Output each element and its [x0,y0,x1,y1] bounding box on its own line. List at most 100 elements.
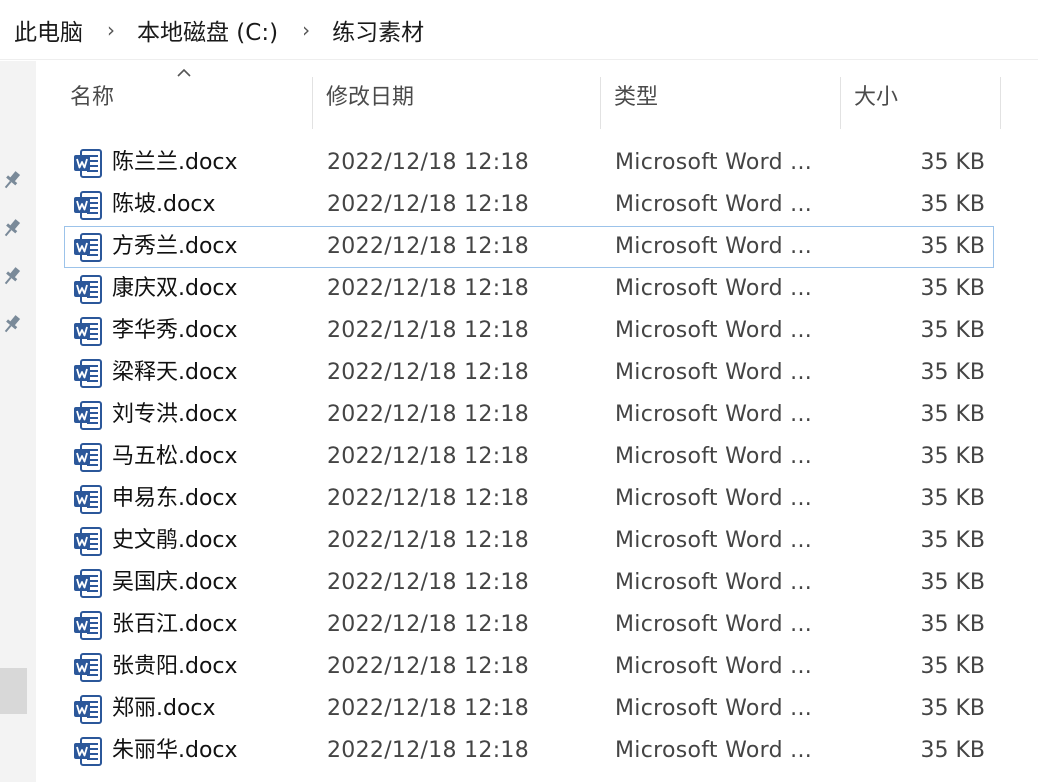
breadcrumb-current-folder[interactable]: 练习素材 [332,13,424,47]
column-header-type[interactable]: 类型 [614,61,840,129]
column-header-row: 名称 修改日期 类型 大小 [36,61,1038,129]
chevron-right-icon[interactable]: › [302,18,310,42]
file-type: Microsoft Word ... [615,276,813,301]
word-document-icon [72,736,104,768]
breadcrumb-local-disk[interactable]: 本地磁盘 (C:) [137,13,278,47]
word-document-icon [72,568,104,600]
pin-icon[interactable] [1,313,23,335]
word-document-icon [72,526,104,558]
file-size: 35 KB [920,486,985,511]
column-header-date[interactable]: 修改日期 [326,61,600,129]
word-document-icon [72,484,104,516]
file-name: 张百江.docx [112,612,238,637]
file-name: 张贵阳.docx [112,654,238,679]
file-name: 朱丽华.docx [112,738,238,763]
file-date-modified: 2022/12/18 12:18 [327,696,529,721]
file-row[interactable]: 康庆双.docx 2022/12/18 12:18 Microsoft Word .… [64,268,994,310]
chevron-right-icon[interactable]: › [107,18,115,42]
file-row[interactable]: 申易东.docx 2022/12/18 12:18 Microsoft Word .… [64,478,994,520]
file-size: 35 KB [920,276,985,301]
file-name: 申易东.docx [112,486,238,511]
file-type: Microsoft Word ... [615,654,813,679]
file-row[interactable]: 史文鹃.docx 2022/12/18 12:18 Microsoft Word .… [64,520,994,562]
pin-icon[interactable] [1,265,23,287]
pin-icon[interactable] [1,169,23,191]
file-row[interactable]: 张百江.docx 2022/12/18 12:18 Microsoft Word .… [64,604,994,646]
file-size: 35 KB [920,234,985,259]
file-type: Microsoft Word ... [615,738,813,763]
file-date-modified: 2022/12/18 12:18 [327,612,529,637]
file-name: 史文鹃.docx [112,528,238,553]
breadcrumb-this-pc[interactable]: 此电脑 [14,13,83,47]
file-date-modified: 2022/12/18 12:18 [327,738,529,763]
file-type: Microsoft Word ... [615,150,813,175]
file-date-modified: 2022/12/18 12:18 [327,234,529,259]
word-document-icon [72,610,104,642]
column-divider[interactable] [840,77,841,129]
word-document-icon [72,148,104,180]
file-row[interactable]: 梁释天.docx 2022/12/18 12:18 Microsoft Word .… [64,352,994,394]
file-row[interactable]: 陈坡.docx 2022/12/18 12:18 Microsoft Word ..… [64,184,994,226]
file-date-modified: 2022/12/18 12:18 [327,192,529,217]
file-row[interactable]: 陈兰兰.docx 2022/12/18 12:18 Microsoft Word .… [64,142,994,184]
word-document-icon [72,400,104,432]
file-size: 35 KB [920,444,985,469]
breadcrumb: 此电脑 › 本地磁盘 (C:) › 练习素材 [0,0,1038,60]
nav-pane-scrollbar-thumb[interactable] [0,668,27,714]
pin-icon[interactable] [1,217,23,239]
file-row[interactable]: 张贵阳.docx 2022/12/18 12:18 Microsoft Word .… [64,646,994,688]
file-type: Microsoft Word ... [615,612,813,637]
file-date-modified: 2022/12/18 12:18 [327,402,529,427]
file-date-modified: 2022/12/18 12:18 [327,528,529,553]
file-type: Microsoft Word ... [615,570,813,595]
file-date-modified: 2022/12/18 12:18 [327,360,529,385]
file-date-modified: 2022/12/18 12:18 [327,486,529,511]
file-name: 梁释天.docx [112,360,238,385]
file-size: 35 KB [920,150,985,175]
file-name: 李华秀.docx [112,318,238,343]
file-date-modified: 2022/12/18 12:18 [327,150,529,175]
file-type: Microsoft Word ... [615,444,813,469]
word-document-icon [72,232,104,264]
column-divider[interactable] [1000,77,1001,129]
file-size: 35 KB [920,318,985,343]
file-size: 35 KB [920,738,985,763]
column-divider[interactable] [600,77,601,129]
column-header-size[interactable]: 大小 [854,61,1000,129]
file-size: 35 KB [920,654,985,679]
file-date-modified: 2022/12/18 12:18 [327,276,529,301]
file-date-modified: 2022/12/18 12:18 [327,444,529,469]
file-row[interactable]: 方秀兰.docx 2022/12/18 12:18 Microsoft Word .… [64,226,994,268]
file-name: 陈兰兰.docx [112,150,238,175]
file-list: 陈兰兰.docx 2022/12/18 12:18 Microsoft Word .… [64,142,994,772]
file-row[interactable]: 马五松.docx 2022/12/18 12:18 Microsoft Word .… [64,436,994,478]
file-row[interactable]: 吴国庆.docx 2022/12/18 12:18 Microsoft Word .… [64,562,994,604]
file-date-modified: 2022/12/18 12:18 [327,570,529,595]
column-divider[interactable] [312,77,313,129]
file-type: Microsoft Word ... [615,234,813,259]
word-document-icon [72,358,104,390]
column-header-name[interactable]: 名称 [70,61,312,129]
word-document-icon [72,316,104,348]
file-type: Microsoft Word ... [615,402,813,427]
file-size: 35 KB [920,402,985,427]
file-type: Microsoft Word ... [615,486,813,511]
file-name: 方秀兰.docx [112,234,238,259]
file-row[interactable]: 李华秀.docx 2022/12/18 12:18 Microsoft Word .… [64,310,994,352]
file-name: 吴国庆.docx [112,570,238,595]
file-size: 35 KB [920,192,985,217]
word-document-icon [72,442,104,474]
file-type: Microsoft Word ... [615,528,813,553]
word-document-icon [72,274,104,306]
file-size: 35 KB [920,612,985,637]
file-name: 陈坡.docx [112,192,216,217]
file-row[interactable]: 朱丽华.docx 2022/12/18 12:18 Microsoft Word .… [64,730,994,772]
file-type: Microsoft Word ... [615,360,813,385]
file-name: 郑丽.docx [112,696,216,721]
file-row[interactable]: 刘专洪.docx 2022/12/18 12:18 Microsoft Word .… [64,394,994,436]
word-document-icon [72,652,104,684]
file-row[interactable]: 郑丽.docx 2022/12/18 12:18 Microsoft Word ..… [64,688,994,730]
file-size: 35 KB [920,528,985,553]
file-type: Microsoft Word ... [615,696,813,721]
word-document-icon [72,694,104,726]
